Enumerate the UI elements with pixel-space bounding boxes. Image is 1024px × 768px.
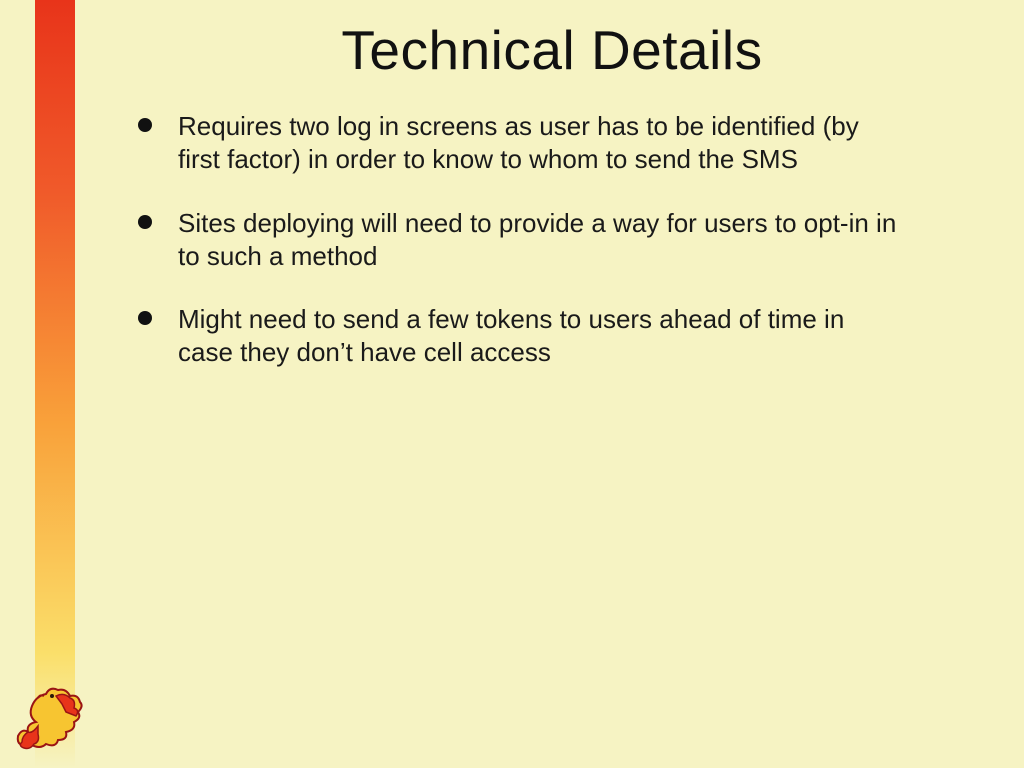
bullet-item: Sites deploying will need to provide a w… [138, 207, 898, 274]
accent-bar [35, 0, 75, 768]
slide-title: Technical Details [110, 18, 994, 82]
bullet-list: Requires two log in screens as user has … [100, 110, 994, 370]
bullet-item: Might need to send a few tokens to users… [138, 303, 898, 370]
griffin-logo-icon [8, 666, 88, 756]
bullet-item: Requires two log in screens as user has … [138, 110, 898, 177]
slide-content: Technical Details Requires two log in sc… [100, 18, 994, 400]
